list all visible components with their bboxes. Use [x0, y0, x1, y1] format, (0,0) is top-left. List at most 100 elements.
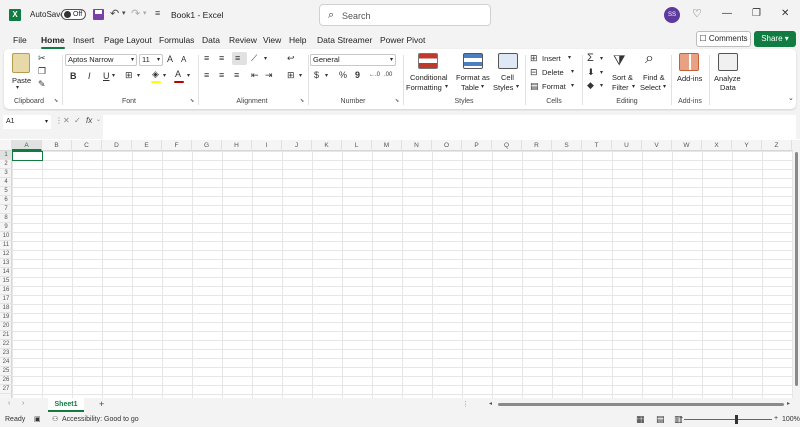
cond-fmt-label-2[interactable]: Formatting	[406, 83, 442, 92]
font-name-dropdown[interactable]: Aptos Narrow ▾	[65, 54, 137, 66]
scroll-right-icon[interactable]: ▸	[787, 400, 790, 407]
column-header[interactable]: F	[162, 140, 192, 151]
underline-button[interactable]: U	[103, 72, 110, 81]
cell-styles-dropdown-icon[interactable]: ▾	[516, 84, 519, 90]
share-button[interactable]: Share ▾	[754, 31, 796, 47]
format-table-label-2[interactable]: Table	[461, 83, 479, 92]
row-header[interactable]: 6	[0, 196, 12, 205]
delete-dropdown-icon[interactable]: ▾	[571, 69, 574, 75]
delete-label[interactable]: Delete	[542, 68, 564, 77]
analyze-label-2[interactable]: Data	[720, 83, 736, 92]
grow-font-icon[interactable]: A	[167, 55, 173, 64]
row-header[interactable]: 12	[0, 250, 12, 259]
fill-color-icon[interactable]: ◈	[152, 70, 159, 79]
tab-file[interactable]: File	[13, 35, 27, 45]
row-header[interactable]: 22	[0, 340, 12, 349]
autosum-dropdown-icon[interactable]: ▾	[600, 56, 603, 62]
column-header[interactable]: X	[702, 140, 732, 151]
add-ins-label[interactable]: Add-ins	[677, 74, 702, 83]
row-header[interactable]: 5	[0, 187, 12, 196]
format-table-label-1[interactable]: Format as	[456, 73, 490, 82]
format-painter-icon[interactable]: ✎	[38, 80, 46, 89]
row-header[interactable]: 20	[0, 322, 12, 331]
tab-data-streamer[interactable]: Data Streamer	[317, 35, 372, 45]
row-header[interactable]: 19	[0, 313, 12, 322]
cond-fmt-dropdown-icon[interactable]: ▾	[445, 84, 448, 90]
align-right-icon[interactable]: ≡	[234, 71, 239, 80]
insert-cells-icon[interactable]: ⊞	[530, 54, 538, 63]
column-header[interactable]: I	[252, 140, 282, 151]
customize-quick-access-icon[interactable]: ≡	[155, 8, 160, 18]
row-header[interactable]: 4	[0, 178, 12, 187]
minimize-icon[interactable]: —	[722, 8, 732, 19]
column-header[interactable]: J	[282, 140, 312, 151]
close-icon[interactable]: ✕	[781, 8, 789, 19]
row-header[interactable]: 21	[0, 331, 12, 340]
prev-sheet-icon[interactable]: ‹	[8, 400, 10, 407]
number-launcher-icon[interactable]: ⬊	[395, 99, 399, 104]
next-sheet-icon[interactable]: ›	[22, 400, 24, 407]
fill-dropdown-icon[interactable]: ▾	[600, 70, 603, 76]
paste-label[interactable]: Paste	[12, 76, 31, 85]
italic-button[interactable]: I	[88, 72, 91, 81]
column-header[interactable]: L	[342, 140, 372, 151]
insert-dropdown-icon[interactable]: ▾	[568, 55, 571, 61]
row-header[interactable]: 18	[0, 304, 12, 313]
column-header[interactable]: G	[192, 140, 222, 151]
analyze-label-1[interactable]: Analyze	[714, 74, 741, 83]
add-ins-icon[interactable]	[679, 53, 699, 71]
fill-icon[interactable]: ⬇	[587, 68, 595, 77]
column-header[interactable]: C	[72, 140, 102, 151]
find-select-icon[interactable]: ⌕	[645, 51, 654, 67]
tab-power-pivot[interactable]: Power Pivot	[380, 35, 425, 45]
row-header[interactable]: 9	[0, 223, 12, 232]
column-header[interactable]: T	[582, 140, 612, 151]
column-header[interactable]: B	[42, 140, 72, 151]
sort-filter-label-2[interactable]: Filter	[612, 83, 629, 92]
save-icon[interactable]	[93, 9, 104, 20]
comments-button[interactable]: ☐ Comments	[696, 31, 751, 47]
row-header[interactable]: 2	[0, 160, 12, 169]
column-header[interactable]: S	[552, 140, 582, 151]
percent-icon[interactable]: %	[339, 71, 347, 80]
row-header[interactable]: 7	[0, 205, 12, 214]
horizontal-scroll-thumb[interactable]	[498, 403, 784, 406]
row-header[interactable]: 23	[0, 349, 12, 358]
column-header[interactable]: E	[132, 140, 162, 151]
row-header[interactable]: 17	[0, 295, 12, 304]
comma-style-icon[interactable]: 9	[355, 71, 360, 80]
row-header[interactable]: 26	[0, 376, 12, 385]
decrease-decimal-icon[interactable]: .00	[384, 72, 392, 78]
accessibility-status[interactable]: Accessibility: Good to go	[62, 416, 139, 423]
insert-function-icon[interactable]: fx	[86, 116, 92, 125]
add-sheet-button[interactable]: +	[99, 399, 104, 409]
row-header[interactable]: 16	[0, 286, 12, 295]
sheet-tab-sheet1[interactable]: Sheet1	[48, 398, 84, 412]
tab-view[interactable]: View	[263, 35, 281, 45]
wrap-text-icon[interactable]: ↩	[287, 54, 295, 63]
zoom-slider-handle[interactable]	[735, 415, 738, 424]
collapse-ribbon-icon[interactable]: ⌄	[788, 95, 794, 102]
font-color-icon[interactable]: A	[175, 70, 181, 79]
font-size-dropdown[interactable]: 11 ▾	[139, 54, 163, 66]
format-dropdown-icon[interactable]: ▾	[571, 83, 574, 89]
name-box[interactable]: A1 ▾	[3, 115, 51, 129]
zoom-level[interactable]: 100%	[782, 416, 800, 423]
row-header[interactable]: 25	[0, 367, 12, 376]
zoom-out-icon[interactable]: −	[679, 415, 683, 422]
column-header[interactable]: O	[432, 140, 462, 151]
currency-dropdown-icon[interactable]: ▾	[325, 73, 328, 79]
merge-center-icon[interactable]: ⊞	[287, 71, 295, 80]
tab-insert[interactable]: Insert	[73, 35, 94, 45]
tab-help[interactable]: Help	[289, 35, 306, 45]
column-header[interactable]: K	[312, 140, 342, 151]
cell-styles-icon[interactable]	[498, 53, 518, 69]
borders-dropdown-icon[interactable]: ▾	[137, 73, 140, 79]
column-header[interactable]: D	[102, 140, 132, 151]
font-color-dropdown-icon[interactable]: ▾	[187, 73, 190, 79]
column-header[interactable]: Z	[762, 140, 792, 151]
scroll-left-icon[interactable]: ◂	[489, 400, 492, 407]
align-top-icon[interactable]: ≡	[204, 54, 209, 63]
column-header[interactable]: A	[12, 140, 42, 151]
column-header[interactable]: W	[672, 140, 702, 151]
